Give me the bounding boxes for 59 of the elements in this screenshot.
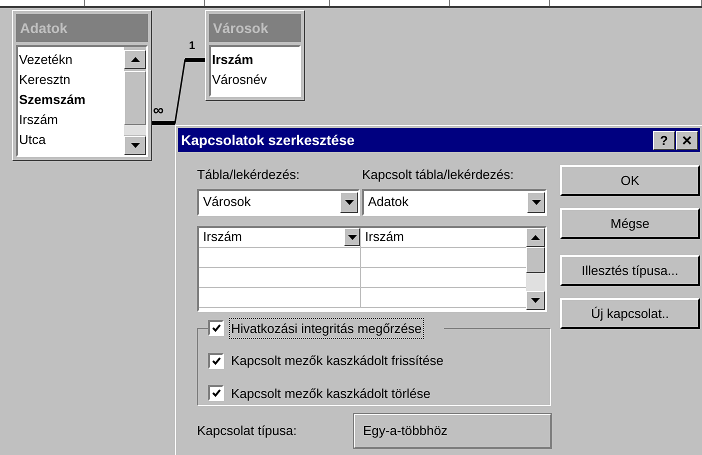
field-name[interactable]: Irszám — [211, 50, 299, 70]
related-table-label: Kapcsolt tábla/lekérdezés: — [362, 166, 514, 184]
field-name[interactable]: Szemszám — [18, 90, 124, 110]
dropdown-button[interactable] — [340, 192, 358, 212]
checkbox-label[interactable]: Hivatkozási integritás megőrzése — [230, 318, 423, 338]
field-grid[interactable]: Irszám Irszám — [197, 226, 547, 312]
down-arrow-icon — [130, 142, 140, 148]
help-button[interactable]: ? — [653, 130, 675, 150]
table-dropdown[interactable]: Városok — [197, 188, 360, 216]
scroll-down-button[interactable] — [526, 290, 545, 310]
down-arrow-icon — [532, 200, 540, 204]
dropdown-button[interactable] — [344, 228, 360, 246]
relationship-line — [152, 55, 206, 127]
grid-cell[interactable]: Irszám — [199, 228, 361, 246]
related-table-dropdown[interactable]: Adatok — [362, 188, 547, 216]
up-arrow-icon — [531, 234, 540, 240]
field-name[interactable]: Keresztn — [18, 70, 124, 90]
close-button[interactable]: × — [676, 130, 698, 150]
dialog-button[interactable]: Mégse — [560, 208, 700, 239]
field-name[interactable]: Vezetékn — [18, 50, 124, 70]
down-arrow-icon — [348, 234, 356, 240]
many-label: ∞ — [153, 103, 164, 119]
scroll-up-button[interactable] — [124, 50, 146, 70]
field-name[interactable]: Utca — [18, 130, 124, 150]
down-arrow-icon — [531, 298, 540, 302]
field-name[interactable]: Városnév — [211, 70, 299, 90]
checkbox[interactable] — [208, 320, 224, 336]
table-window[interactable]: Adatok Vezetékn Keresztn Szemszám Irszám Utca — [12, 10, 152, 161]
dialog-button[interactable]: OK — [560, 165, 700, 196]
checkbox-label[interactable]: Kapcsolt mezők kaszkádolt törlése — [230, 384, 432, 403]
grid-cell[interactable]: Irszám — [361, 228, 526, 246]
relationship-type-field: Egy-a-többhöz — [354, 414, 551, 448]
scroll-thumb[interactable] — [526, 246, 545, 272]
up-arrow-icon — [130, 57, 140, 62]
scroll-up-button[interactable] — [526, 228, 545, 246]
field-name[interactable]: Irszám — [18, 110, 124, 130]
table-window[interactable]: Városok Irszám Városnév — [205, 10, 305, 101]
checkmark-icon — [212, 356, 220, 365]
scrollbar[interactable] — [526, 228, 545, 310]
relationship-type-label: Kapcsolat típusa: — [197, 422, 298, 440]
scroll-track[interactable] — [124, 124, 146, 135]
checkmark-icon — [212, 324, 220, 332]
checkmark-icon — [212, 389, 220, 398]
checkbox[interactable] — [208, 385, 224, 402]
scrollbar[interactable] — [124, 47, 146, 155]
scroll-thumb[interactable] — [124, 71, 146, 125]
checkbox[interactable] — [208, 352, 224, 369]
dialog-button[interactable]: Illesztés típusa... — [560, 255, 700, 286]
scroll-track[interactable] — [526, 272, 545, 290]
dialog-button[interactable]: Új kapcsolat.. — [560, 298, 700, 329]
table-title: Városok — [209, 14, 301, 42]
table-title: Adatok — [16, 14, 148, 42]
checkbox-label[interactable]: Kapcsolt mezők kaszkádolt frissítése — [230, 351, 444, 370]
down-arrow-icon — [344, 200, 354, 204]
dialog-title: Kapcsolatok szerkesztése — [181, 130, 356, 150]
one-label: 1 — [189, 39, 196, 54]
scroll-down-button[interactable] — [124, 136, 146, 155]
table-label: Tábla/lekérdezés: — [197, 166, 301, 184]
dropdown-button[interactable] — [527, 192, 545, 212]
